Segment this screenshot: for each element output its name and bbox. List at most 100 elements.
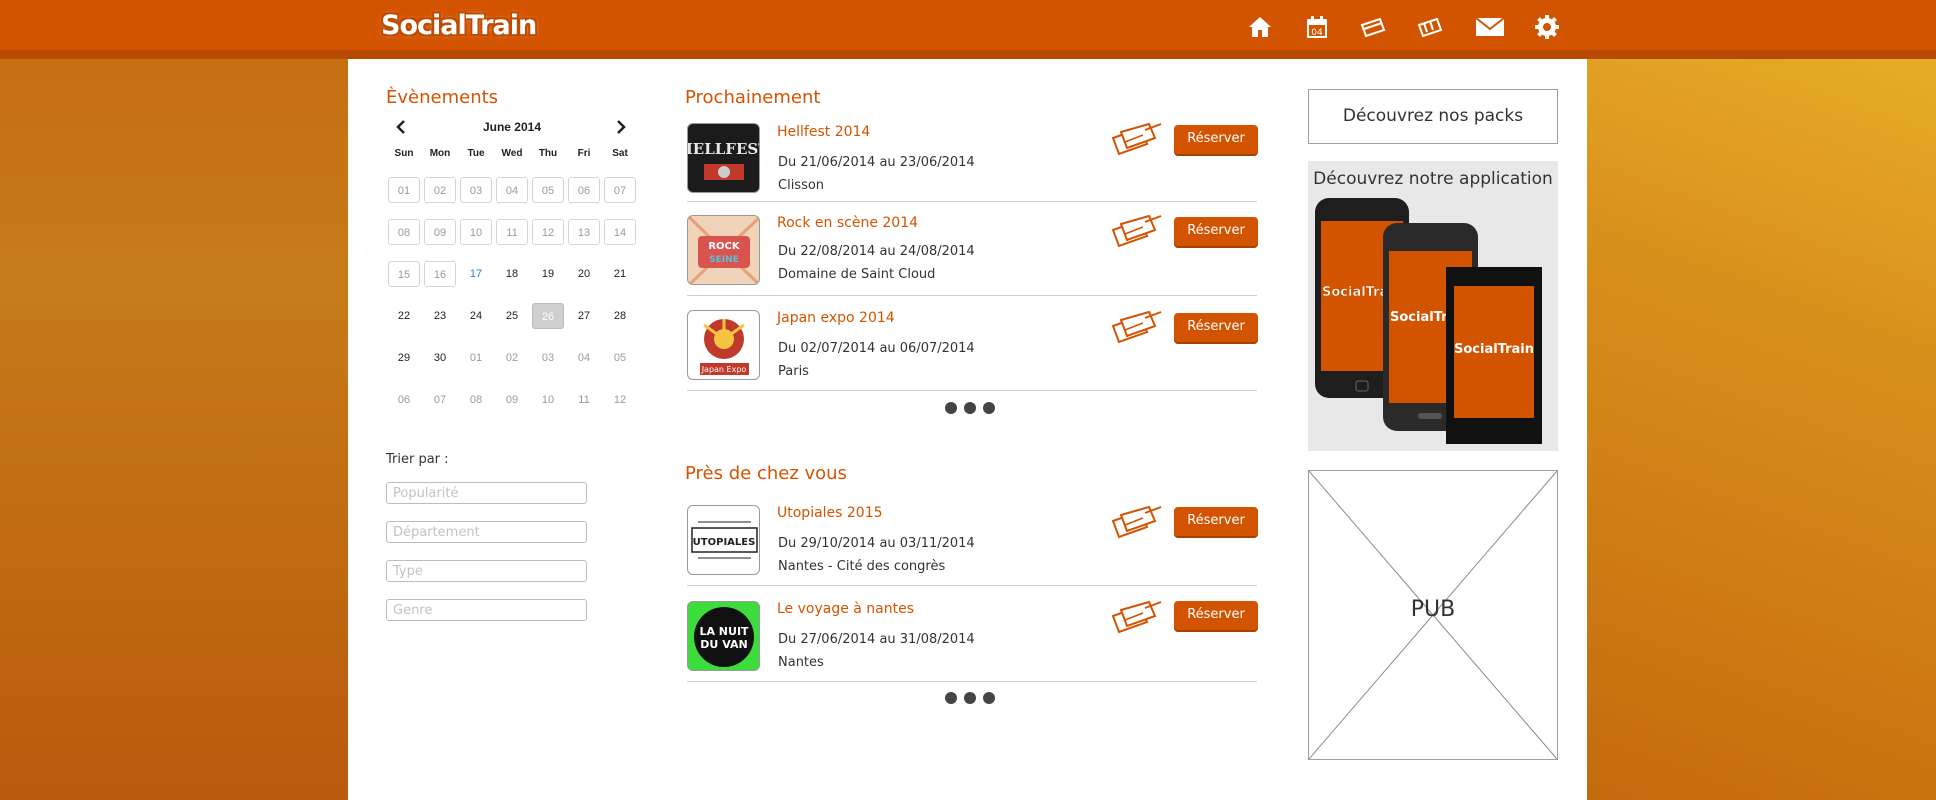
calendar-day[interactable]: 07 — [604, 177, 636, 203]
calendar-day[interactable]: 02 — [496, 345, 528, 371]
reserve-button[interactable]: Réserver — [1174, 125, 1258, 154]
calendar-icon[interactable]: 04 — [1302, 13, 1332, 41]
calendar-day[interactable]: 10 — [532, 387, 564, 413]
event-thumbnail[interactable]: Japan Expo — [687, 310, 760, 380]
event-thumbnail[interactable]: HELLFEST — [687, 123, 760, 193]
home-icon[interactable] — [1245, 13, 1275, 41]
pager-dot[interactable] — [983, 692, 995, 704]
calendar-day[interactable]: 21 — [604, 261, 636, 287]
calendar-day[interactable]: 06 — [388, 387, 420, 413]
divider — [687, 585, 1257, 586]
event-location: Paris — [778, 364, 809, 379]
calendar-day[interactable]: 15 — [388, 261, 420, 287]
event-title[interactable]: Rock en scène 2014 — [777, 215, 918, 231]
calendar-day[interactable]: 19 — [532, 261, 564, 287]
event-title[interactable]: Utopiales 2015 — [777, 505, 883, 521]
ticket-icon[interactable] — [1111, 122, 1163, 156]
calendar-day[interactable]: 04 — [496, 177, 528, 203]
settings-icon[interactable] — [1532, 13, 1562, 41]
calendar-day[interactable]: 11 — [496, 219, 528, 245]
calendar-day[interactable]: 08 — [388, 219, 420, 245]
packs-services-button[interactable]: Découvrez nos packs services — [1308, 89, 1558, 179]
calendar-day[interactable]: 12 — [532, 219, 564, 245]
calendar-day[interactable]: 14 — [604, 219, 636, 245]
event-title[interactable]: Le voyage à nantes — [777, 601, 914, 617]
reserve-button[interactable]: Réserver — [1174, 507, 1258, 536]
ticket-icon[interactable] — [1111, 310, 1163, 344]
prev-month-icon[interactable] — [394, 119, 410, 135]
day-of-week-label: Tue — [467, 148, 485, 159]
genre-field[interactable] — [386, 599, 587, 621]
next-month-icon[interactable] — [612, 119, 628, 135]
calendar-day[interactable]: 04 — [568, 345, 600, 371]
tickets-icon[interactable] — [1359, 13, 1389, 41]
event-title[interactable]: Hellfest 2014 — [777, 124, 870, 140]
mail-icon[interactable] — [1475, 13, 1505, 41]
reserve-button[interactable]: Réserver — [1174, 313, 1258, 342]
pager-dot[interactable] — [945, 692, 957, 704]
ticket-icon[interactable] — [1111, 505, 1163, 539]
day-of-week-label: Sat — [612, 148, 628, 159]
calendar-day[interactable]: 13 — [568, 219, 600, 245]
event-thumbnail[interactable]: UTOPIALES — [687, 505, 760, 575]
ticket-icon[interactable] — [1111, 600, 1163, 634]
ticket-icon[interactable] — [1111, 214, 1163, 248]
calendar-day[interactable]: 03 — [460, 177, 492, 203]
calendar-day[interactable]: 24 — [460, 303, 492, 329]
upcoming-pager[interactable] — [945, 402, 995, 414]
calendar-day[interactable]: 02 — [424, 177, 456, 203]
pager-dot[interactable] — [983, 402, 995, 414]
nearby-pager[interactable] — [945, 692, 995, 704]
calendar-day[interactable]: 12 — [604, 387, 636, 413]
calendar-day[interactable]: 08 — [460, 387, 492, 413]
calendar-icon-text: 04 — [1311, 28, 1323, 38]
calendar-day[interactable]: 28 — [604, 303, 636, 329]
pager-dot[interactable] — [964, 692, 976, 704]
calendar-month: June 2014 — [482, 120, 542, 134]
pager-dot[interactable] — [964, 402, 976, 414]
pager-dot[interactable] — [945, 402, 957, 414]
type-field[interactable] — [386, 560, 587, 582]
calendar-day[interactable]: 22 — [388, 303, 420, 329]
calendar-day[interactable]: 09 — [496, 387, 528, 413]
calendar-day[interactable]: 03 — [532, 345, 564, 371]
divider — [687, 295, 1257, 296]
event-title[interactable]: Japan expo 2014 — [777, 310, 895, 326]
calendar-day[interactable]: 01 — [460, 345, 492, 371]
logo[interactable]: SocialTrain — [381, 7, 537, 43]
top-navbar — [0, 0, 1936, 50]
calendar-day[interactable]: 05 — [532, 177, 564, 203]
event-thumbnail[interactable]: ROCK SEINE — [687, 215, 760, 285]
calendar-day[interactable]: 27 — [568, 303, 600, 329]
app-promo[interactable]: Découvrez notre application SocialTrain … — [1308, 161, 1558, 451]
calendar-day[interactable]: 23 — [424, 303, 456, 329]
calendar-day[interactable]: 09 — [424, 219, 456, 245]
calendar-day[interactable]: 06 — [568, 177, 600, 203]
department-field[interactable] — [386, 521, 587, 543]
reserve-button[interactable]: Réserver — [1174, 217, 1258, 246]
svg-text:ROCK: ROCK — [708, 241, 741, 252]
calendar-day[interactable]: 10 — [460, 219, 492, 245]
calendar-day[interactable]: 05 — [604, 345, 636, 371]
calendar-day[interactable]: 11 — [568, 387, 600, 413]
navbar-strip — [0, 50, 1936, 59]
calendar-day[interactable]: 07 — [424, 387, 456, 413]
reserve-button[interactable]: Réserver — [1174, 601, 1258, 630]
popularity-field[interactable] — [386, 482, 587, 504]
event-dates: Du 27/06/2014 au 31/08/2014 — [778, 632, 975, 647]
svg-text:UTOPIALES: UTOPIALES — [693, 537, 756, 548]
calendar-day[interactable]: 16 — [424, 261, 456, 287]
background-right — [1576, 0, 1936, 800]
event-thumbnail[interactable]: LA NUIT DU VAN — [687, 601, 760, 671]
calendar-day[interactable]: 26 — [532, 303, 564, 329]
calendar-day[interactable]: 20 — [568, 261, 600, 287]
calendar-day[interactable]: 01 — [388, 177, 420, 203]
calendar-day[interactable]: 18 — [496, 261, 528, 287]
calendar-day[interactable]: 30 — [424, 345, 456, 371]
sort-label: Trier par : — [386, 452, 449, 467]
calendar-day[interactable]: 29 — [388, 345, 420, 371]
tickets-alt-icon[interactable] — [1416, 13, 1446, 41]
ad-banner[interactable]: PUB — [1308, 470, 1558, 760]
calendar-day[interactable]: 17 — [460, 261, 492, 287]
calendar-day[interactable]: 25 — [496, 303, 528, 329]
